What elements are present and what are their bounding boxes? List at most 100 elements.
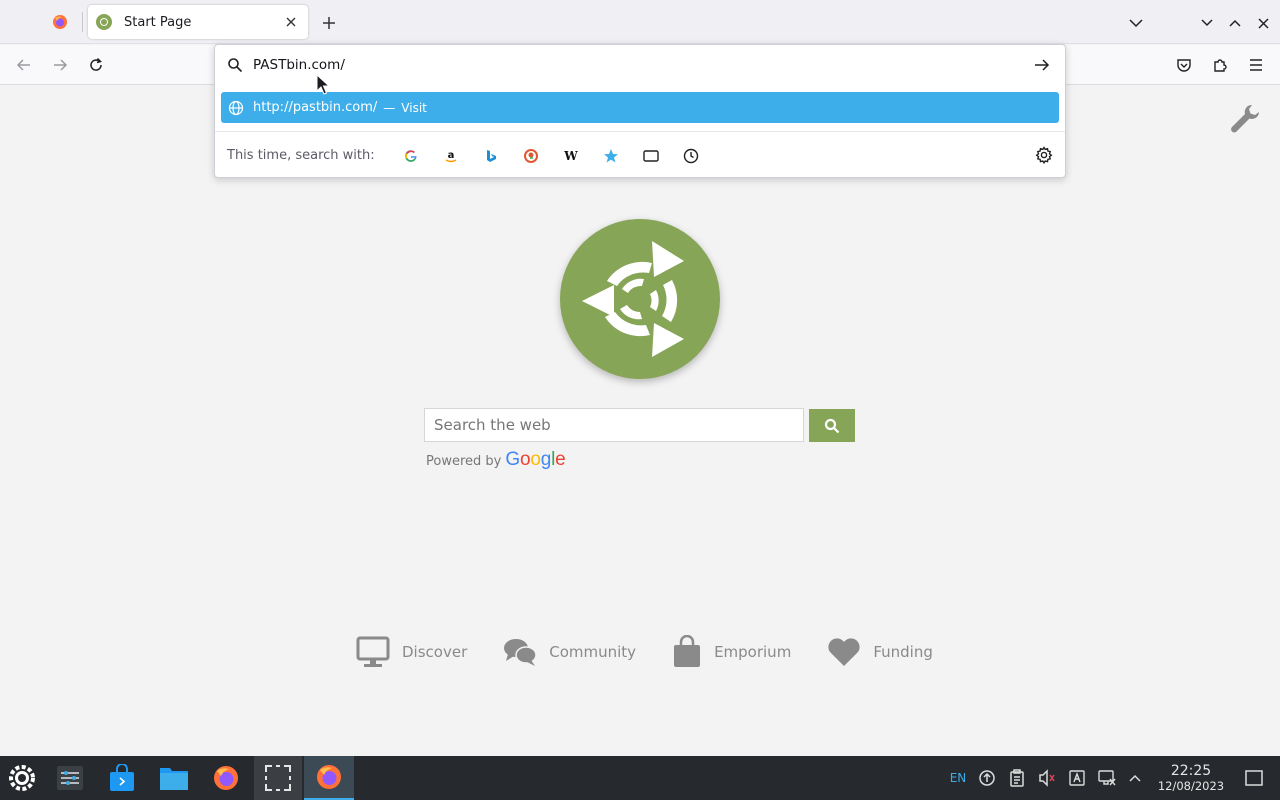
google-wordmark: Google (505, 449, 566, 470)
search-icon (228, 58, 243, 73)
gear-icon (1035, 146, 1053, 165)
forward-button[interactable] (46, 51, 74, 79)
sliders-icon (57, 766, 83, 790)
arrow-right-icon (54, 59, 68, 71)
engine-amazon-button[interactable]: a (431, 141, 471, 171)
new-tab-button[interactable] (316, 10, 342, 36)
plus-icon (323, 17, 335, 29)
discover-link[interactable]: Discover (356, 636, 467, 668)
emporium-link[interactable]: Emporium (672, 635, 791, 669)
hamburger-menu-icon (1250, 59, 1262, 71)
maximize-icon (1229, 19, 1241, 27)
go-button[interactable] (1031, 54, 1053, 76)
engine-google-button[interactable] (391, 141, 431, 171)
monitor-icon (356, 636, 390, 667)
urlbar-input-row[interactable]: PASTbin.com/ (215, 45, 1065, 85)
input-method-button[interactable] (1066, 756, 1088, 800)
community-link[interactable]: Community (503, 637, 636, 667)
list-all-tabs-button[interactable] (1125, 12, 1147, 34)
engine-history-button[interactable] (671, 141, 711, 171)
window-close-button[interactable] (1252, 12, 1274, 34)
svg-text:a: a (447, 150, 454, 161)
clipboard-icon (1010, 769, 1024, 787)
powered-by-label: Powered by (426, 454, 502, 469)
window-minimize-button[interactable] (1196, 12, 1218, 34)
extensions-button[interactable] (1206, 51, 1234, 79)
ubuntu-mate-logo-icon (582, 241, 684, 357)
clock-time: 22:25 (1170, 763, 1212, 779)
engine-bing-button[interactable] (471, 141, 511, 171)
web-search-input[interactable] (434, 416, 803, 434)
digital-clock[interactable]: 22:25 12/08/2023 (1150, 763, 1232, 794)
funding-link[interactable]: Funding (827, 637, 933, 667)
network-button[interactable] (1096, 756, 1118, 800)
clipboard-button[interactable] (1006, 756, 1028, 800)
file-manager-task[interactable] (154, 756, 194, 800)
close-icon (1257, 17, 1269, 29)
web-search-button[interactable] (809, 409, 855, 442)
close-icon (286, 17, 296, 27)
update-notifier-button[interactable] (976, 756, 998, 800)
system-tray: EN (948, 756, 968, 800)
screenshot-selection-icon (265, 765, 291, 791)
discover-label: Discover (402, 643, 468, 661)
application-launcher-button[interactable] (0, 756, 44, 800)
heart-icon (828, 638, 860, 666)
search-settings-button[interactable] (1035, 146, 1055, 166)
svg-text:W: W (563, 149, 578, 163)
web-search-field[interactable] (424, 408, 804, 442)
reload-button[interactable] (82, 51, 110, 79)
ubuntu-mate-logo (560, 219, 720, 379)
page-settings-button[interactable] (1228, 102, 1262, 136)
engine-wikipedia-button[interactable]: W (551, 141, 591, 171)
pocket-icon (1177, 59, 1191, 72)
volume-button[interactable] (1036, 756, 1058, 800)
mouse-cursor (316, 73, 331, 100)
firefox-launcher-task[interactable] (206, 756, 246, 800)
keyboard-layout-indicator[interactable]: EN (948, 771, 968, 785)
engine-bookmarks-button[interactable] (591, 141, 631, 171)
screenshot-task[interactable] (254, 756, 302, 800)
arrow-right-icon (1035, 59, 1050, 71)
firefox-icon (317, 765, 341, 789)
search-one-offs: This time, search with: a W (215, 131, 1065, 179)
bing-icon (486, 149, 496, 162)
update-icon (979, 770, 995, 786)
chevron-down-icon (1129, 19, 1143, 28)
globe-icon (228, 100, 244, 115)
tab-title: Start Page (124, 14, 192, 30)
back-button[interactable] (10, 51, 38, 79)
tab-close-button[interactable] (282, 13, 300, 31)
history-clock-icon (683, 148, 698, 163)
window-maximize-button[interactable] (1224, 12, 1246, 34)
firefox-view-button[interactable] (38, 6, 82, 38)
desktop-icon (1245, 770, 1263, 786)
clock-date: 12/08/2023 (1157, 779, 1225, 793)
urlbar-result-visit[interactable]: http://pastbin.com/ — Visit (221, 92, 1059, 123)
engine-tabs-button[interactable] (631, 141, 671, 171)
system-settings-task[interactable] (50, 756, 90, 800)
show-desktop-button[interactable] (1242, 756, 1266, 800)
pocket-button[interactable] (1170, 51, 1198, 79)
powered-by-google: Powered by Google (426, 449, 566, 471)
engine-duckduckgo-button[interactable] (511, 141, 551, 171)
star-icon (603, 148, 618, 162)
result-action: Visit (401, 100, 427, 115)
tab-start-page[interactable]: Start Page (88, 5, 308, 39)
firefox-window-task[interactable] (304, 756, 354, 800)
input-method-icon (1069, 770, 1085, 786)
tab-separator (82, 12, 83, 32)
chevron-up-icon (1129, 774, 1141, 782)
discover-store-task[interactable] (102, 756, 142, 800)
urlbar-popup: PASTbin.com/ http://pastbin.com/ — Visit… (214, 44, 1066, 178)
tab-icon (642, 149, 659, 162)
emporium-label: Emporium (714, 643, 792, 661)
footer-links: Discover Community Emporium Funding (356, 634, 969, 670)
one-off-label: This time, search with: (227, 148, 375, 163)
minimize-icon (1201, 19, 1213, 27)
network-wired-icon (1098, 770, 1116, 786)
application-menu-button[interactable] (1242, 51, 1270, 79)
puzzle-piece-icon (1214, 59, 1227, 72)
show-hidden-icons-button[interactable] (1124, 756, 1146, 800)
urlbar-input[interactable]: PASTbin.com/ (253, 57, 1031, 73)
